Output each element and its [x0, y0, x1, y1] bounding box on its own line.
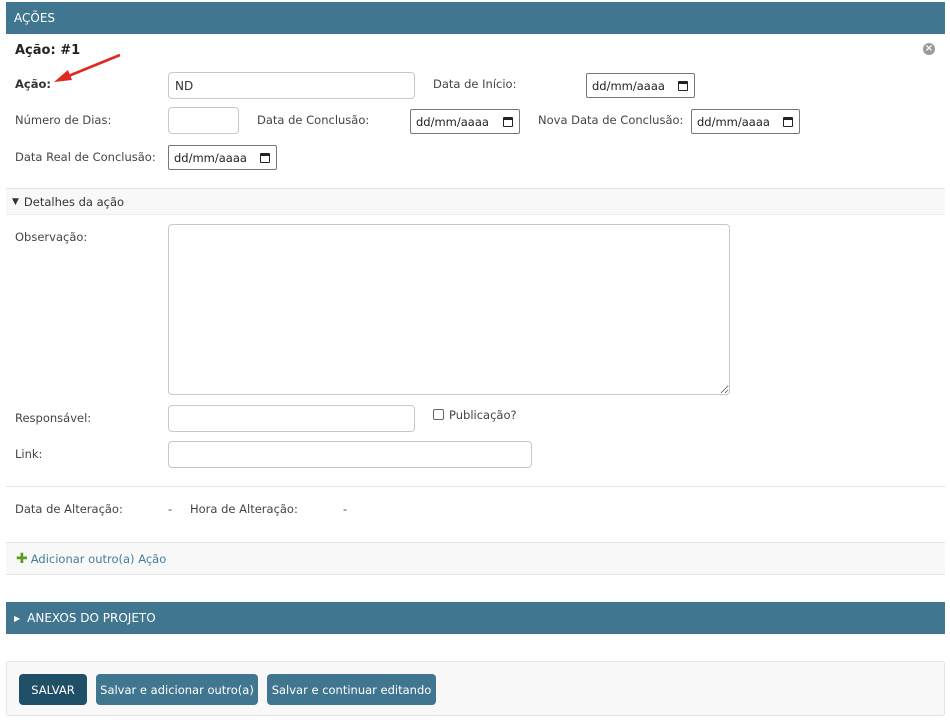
- caret-down-icon: ▼: [12, 196, 19, 207]
- acao-label: Ação:: [15, 77, 51, 91]
- publicacao-checkbox[interactable]: [433, 409, 444, 420]
- data-conclusao-label: Data de Conclusão:: [257, 113, 370, 127]
- nova-data-conclusao-label: Nova Data de Conclusão:: [538, 113, 684, 127]
- publicacao-label: Publicação?: [449, 408, 517, 422]
- detalhes-label: Detalhes da ação: [23, 194, 125, 209]
- numero-dias-label: Número de Dias:: [15, 113, 112, 127]
- add-row: ✚ Adicionar outro(a) Ação: [6, 542, 945, 575]
- plus-icon[interactable]: ✚: [16, 551, 28, 567]
- calendar-icon[interactable]: [503, 116, 513, 127]
- data-alteracao-value: -: [168, 502, 173, 516]
- data-alteracao-label: Data de Alteração:: [15, 502, 123, 516]
- calendar-icon[interactable]: [260, 152, 270, 163]
- observacao-textarea[interactable]: [168, 224, 730, 395]
- anexos-section-header[interactable]: ▶ ANEXOS DO PROJETO: [6, 602, 945, 634]
- data-inicio-input[interactable]: dd/mm/aaaa: [586, 73, 695, 98]
- observacao-label: Observação:: [15, 230, 88, 244]
- date-placeholder: dd/mm/aaaa: [697, 114, 770, 129]
- data-real-conclusao-label: Data Real de Conclusão:: [15, 150, 156, 164]
- data-conclusao-input[interactable]: dd/mm/aaaa: [410, 109, 520, 134]
- submit-row: SALVAR Salvar e adicionar outro(a) Salva…: [6, 661, 945, 716]
- data-real-conclusao-input[interactable]: dd/mm/aaaa: [168, 145, 277, 170]
- acao-input[interactable]: [168, 72, 415, 99]
- save-button[interactable]: SALVAR: [19, 674, 87, 705]
- link-label: Link:: [15, 447, 43, 461]
- date-placeholder: dd/mm/aaaa: [416, 114, 489, 129]
- caret-right-icon: ▶: [14, 613, 21, 623]
- add-acao-link[interactable]: Adicionar outro(a) Ação: [31, 552, 167, 566]
- date-placeholder: dd/mm/aaaa: [174, 150, 247, 165]
- detalhes-toggle[interactable]: ▼ Detalhes da ação: [6, 188, 945, 215]
- hora-alteracao-label: Hora de Alteração:: [190, 502, 298, 516]
- data-inicio-label: Data de Início:: [433, 77, 517, 91]
- anexos-header-title: ANEXOS DO PROJETO: [27, 611, 156, 625]
- responsavel-label: Responsável:: [15, 411, 92, 425]
- calendar-icon[interactable]: [783, 116, 793, 127]
- date-placeholder: dd/mm/aaaa: [592, 78, 665, 93]
- link-input[interactable]: [168, 441, 532, 468]
- divider: [6, 486, 945, 487]
- responsavel-input[interactable]: [168, 405, 415, 432]
- hora-alteracao-value: -: [343, 502, 348, 516]
- save-and-add-button[interactable]: Salvar e adicionar outro(a): [96, 674, 258, 705]
- calendar-icon[interactable]: [678, 80, 688, 91]
- numero-dias-input[interactable]: [168, 107, 239, 134]
- nova-data-conclusao-input[interactable]: dd/mm/aaaa: [691, 109, 800, 134]
- save-and-continue-button[interactable]: Salvar e continuar editando: [267, 674, 436, 705]
